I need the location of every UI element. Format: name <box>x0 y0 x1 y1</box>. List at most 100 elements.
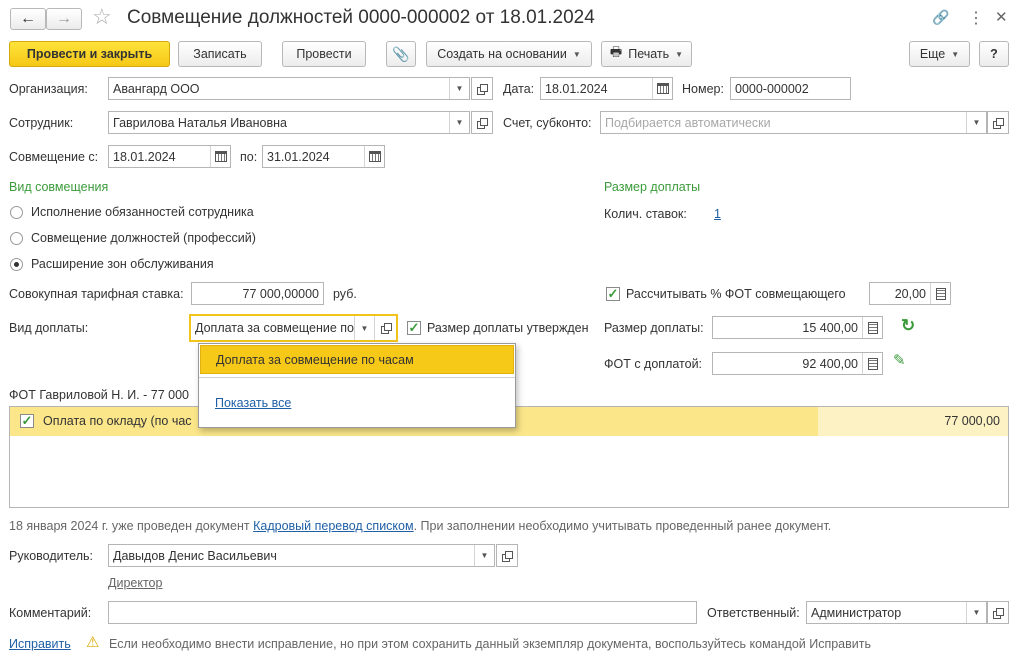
calendar-button[interactable] <box>364 146 384 167</box>
attach-button[interactable]: 📎 <box>386 41 416 67</box>
calendar-icon <box>368 151 381 162</box>
approved-checkbox[interactable]: ✓ <box>407 320 421 335</box>
dropdown-arrow-icon: ▼ <box>951 49 960 59</box>
chevron-down-icon: ▼ <box>455 118 464 127</box>
open-icon <box>380 323 392 334</box>
calculator-button[interactable] <box>862 317 882 338</box>
printer-icon: 🖶 <box>609 44 623 59</box>
row-checkbox[interactable]: ✓ <box>20 413 34 428</box>
dropdown-item[interactable]: Доплата за совмещение по часам <box>200 345 514 374</box>
tariff-label: Совокупная тарифная ставка: <box>9 287 184 301</box>
arrow-right-icon: → <box>56 10 72 27</box>
calc-fot-field[interactable]: 20,00 <box>869 282 951 305</box>
calculator-icon <box>867 357 878 370</box>
manager-position-link[interactable]: Директор <box>108 576 162 590</box>
star-icon[interactable]: ☆ <box>92 4 112 30</box>
show-all-link[interactable]: Показать все <box>215 396 291 410</box>
dropdown-button[interactable]: ▼ <box>449 112 469 133</box>
more-vertical-icon[interactable]: ⋮ <box>968 8 984 28</box>
open-icon <box>993 117 1004 129</box>
responsible-open-button[interactable] <box>987 601 1009 624</box>
dropdown-button[interactable]: ▼ <box>474 545 494 566</box>
employee-field[interactable]: Гаврилова Наталья Ивановна ▼ <box>108 111 470 134</box>
calc-fot-label[interactable]: Рассчитывать % ФОТ совмещающего <box>626 287 846 301</box>
responsible-label: Ответственный: <box>707 606 800 620</box>
post-button[interactable]: Провести <box>282 41 366 67</box>
payment-kind-field[interactable]: Доплата за совмещение по часам ▼ <box>189 314 398 342</box>
radio-option-3[interactable] <box>10 258 23 271</box>
radio-option-2-label[interactable]: Совмещение должностей (профессий) <box>31 231 256 245</box>
radio-option-3-label[interactable]: Расширение зон обслуживания <box>31 257 214 271</box>
fot-with-label: ФОТ с доплатой: <box>604 357 703 371</box>
calendar-button[interactable] <box>210 146 230 167</box>
account-label: Счет, субконто: <box>503 116 592 130</box>
organization-open-button[interactable] <box>471 77 493 100</box>
dropdown-divider <box>199 377 515 378</box>
pencil-icon[interactable]: ✎ <box>893 351 906 369</box>
organization-field[interactable]: Авангард ООО ▼ <box>108 77 470 100</box>
rates-value-link[interactable]: 1 <box>714 207 721 221</box>
period-to-label: по: <box>240 150 258 164</box>
responsible-field[interactable]: Администратор ▼ <box>806 601 987 624</box>
refresh-icon[interactable]: ↻ <box>901 316 915 336</box>
calculator-button[interactable] <box>930 283 950 304</box>
number-label: Номер: <box>682 82 724 96</box>
organization-label: Организация: <box>9 82 88 96</box>
period-from-field[interactable]: 18.01.2024 <box>108 145 231 168</box>
calendar-button[interactable] <box>652 78 672 99</box>
radio-option-1-label[interactable]: Исполнение обязанностей сотрудника <box>31 205 254 219</box>
create-based-on-button[interactable]: Создать на основании ▼ <box>426 41 592 67</box>
help-button[interactable]: ? <box>979 41 1009 67</box>
calendar-icon <box>656 83 669 94</box>
manager-field[interactable]: Давыдов Денис Васильевич ▼ <box>108 544 495 567</box>
dropdown-button[interactable]: ▼ <box>449 78 469 99</box>
fix-link[interactable]: Исправить <box>9 637 71 651</box>
row-amount: 77 000,00 <box>944 414 1000 428</box>
payment-kind-label: Вид доплаты: <box>9 321 89 335</box>
dropdown-button[interactable]: ▼ <box>966 602 986 623</box>
payment-kind-open-button[interactable] <box>374 316 396 340</box>
chevron-down-icon: ▼ <box>972 118 981 127</box>
radio-option-2[interactable] <box>10 232 23 245</box>
transfer-document-link[interactable]: Кадровый перевод списком <box>253 519 414 533</box>
calculator-button[interactable] <box>862 353 882 374</box>
checkmark-icon: ✓ <box>408 320 420 335</box>
number-field[interactable]: 0000-000002 <box>730 77 851 100</box>
date-field[interactable]: 18.01.2024 <box>540 77 673 100</box>
save-button[interactable]: Записать <box>178 41 262 67</box>
more-button[interactable]: Еще ▼ <box>909 41 970 67</box>
calendar-icon <box>214 151 227 162</box>
back-button[interactable]: ← <box>10 8 46 30</box>
comment-field[interactable] <box>108 601 697 624</box>
post-and-close-button[interactable]: Провести и закрыть <box>9 41 170 67</box>
surcharge-title: Размер доплаты <box>604 180 701 194</box>
checkmark-icon: ✓ <box>607 286 619 301</box>
fix-hint: Если необходимо внести исправление, но п… <box>109 637 871 651</box>
close-icon[interactable]: ✕ <box>995 8 1008 26</box>
dropdown-button[interactable]: ▼ <box>966 112 986 133</box>
arrow-left-icon: ← <box>20 10 36 27</box>
radio-option-1[interactable] <box>10 206 23 219</box>
link-icon[interactable]: 🔗 <box>932 9 949 26</box>
forward-button[interactable]: → <box>46 8 82 30</box>
amount-field[interactable]: 15 400,00 <box>712 316 883 339</box>
page-title: Совмещение должностей 0000-000002 от 18.… <box>127 7 595 28</box>
open-icon <box>993 607 1004 619</box>
calc-fot-checkbox[interactable]: ✓ <box>606 286 620 301</box>
account-field[interactable]: Подбирается автоматически ▼ <box>600 111 987 134</box>
tariff-unit: руб. <box>333 287 357 301</box>
employee-open-button[interactable] <box>471 111 493 134</box>
manager-open-button[interactable] <box>496 544 518 567</box>
period-to-field[interactable]: 31.01.2024 <box>262 145 385 168</box>
comment-label: Комментарий: <box>9 606 92 620</box>
fot-with-field[interactable]: 92 400,00 <box>712 352 883 375</box>
approved-label[interactable]: Размер доплаты утвержден <box>427 321 589 335</box>
account-open-button[interactable] <box>987 111 1009 134</box>
dropdown-button[interactable]: ▼ <box>354 316 374 340</box>
paperclip-icon: 📎 <box>392 45 410 62</box>
print-button[interactable]: 🖶 Печать ▼ <box>601 41 692 67</box>
tariff-field[interactable]: 77 000,00000 <box>191 282 324 305</box>
date-label: Дата: <box>503 82 535 96</box>
open-icon <box>502 550 513 562</box>
open-icon <box>477 117 488 129</box>
